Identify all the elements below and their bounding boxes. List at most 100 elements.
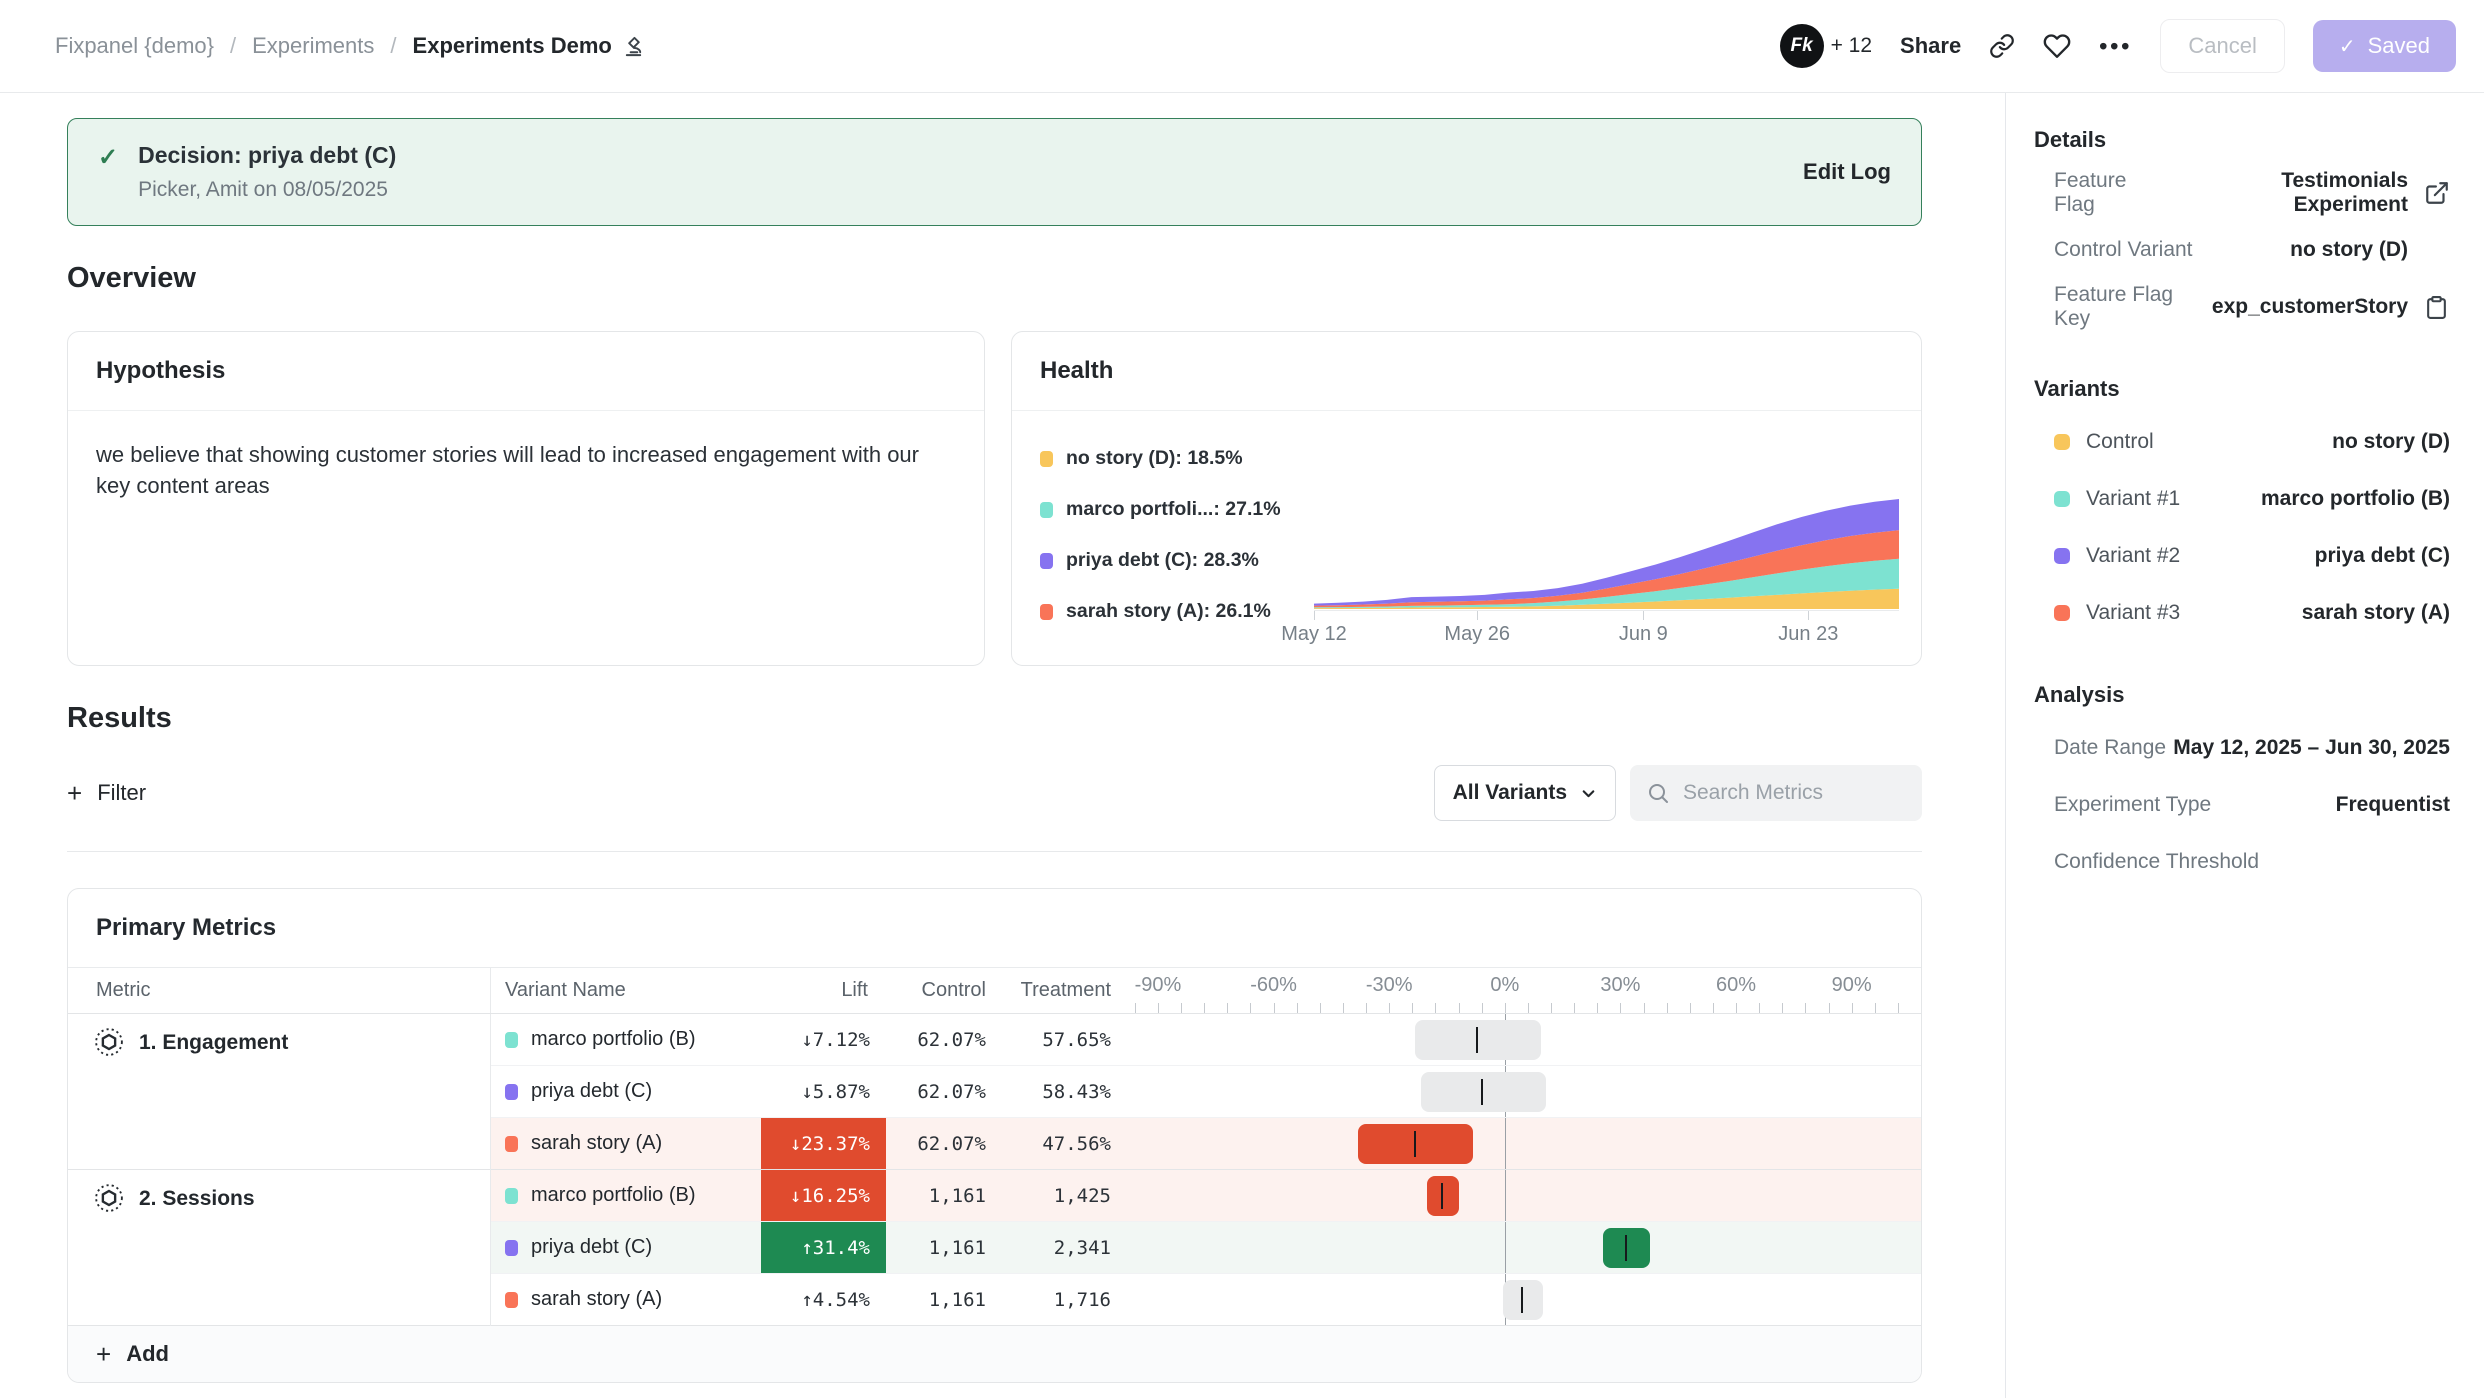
add-filter-button[interactable]: + Filter [67,780,146,806]
primary-metrics-title: Primary Metrics [68,889,1921,968]
search-metrics-input[interactable] [1683,781,1906,805]
confidence-interval-cell [1131,1118,1921,1169]
heart-icon [2043,32,2071,60]
variant-row: Variant #1marco portfolio (B) [2054,482,2450,516]
variant-swatch [505,1084,518,1100]
variant-swatch [505,1292,518,1308]
metric-group-cell[interactable]: 2. Sessions [68,1170,490,1326]
variant-swatch [2054,491,2070,507]
axis-tick [1829,1003,1830,1013]
metric-group-column: 1. Engagement2. Sessions [68,1014,491,1326]
axis-label: 0% [1490,974,1519,997]
axis-tick [1921,1003,1922,1013]
variant-label: priya debt (C) [531,1236,652,1259]
details-sidebar: Details Feature FlagTestimonials Experim… [2005,93,2484,1398]
variants-rows: Control no story (D) Variant #1marco portf… [2026,425,2458,630]
variant-slot-name: Variant #1 [2086,487,2180,511]
details-heading: Details [2034,127,2458,153]
analysis-row: Experiment TypeFrequentist [2054,788,2450,822]
detail-value: exp_customerStory [2212,295,2408,319]
legend-label: sarah story (A): 26.1% [1066,600,1271,623]
main-content: ✓ Decision: priya debt (C) Picker, Amit … [0,93,2005,1398]
lift-value: ↑31.4% [801,1237,870,1259]
zero-line [1505,1118,1506,1169]
lift-cell: ↓23.37% [761,1118,886,1169]
add-metric-button[interactable]: + Add [68,1326,1921,1382]
analysis-label: Experiment Type [2054,793,2211,817]
legend-item: no story (D): 18.5% [1040,447,1281,470]
table-row: marco portfolio (B)↓7.12%62.07%57.65% [491,1014,1921,1066]
control-value: 62.07% [886,1081,1006,1103]
favorite-button[interactable] [2043,32,2071,60]
results-heading: Results [67,702,1922,735]
detail-label: Feature Flag Key [2054,283,2212,331]
axis-tick-label: Jun 9 [1619,623,1668,646]
column-header-treatment: Treatment [1006,968,1131,1013]
axis-tick [1158,1003,1159,1013]
cancel-button[interactable]: Cancel [2160,19,2284,73]
legend-swatch [1040,553,1053,569]
details-rows: Feature FlagTestimonials ExperimentContr… [2026,176,2458,324]
health-legend: no story (D): 18.5% marco portfoli...: 27… [1040,447,1281,623]
legend-swatch [1040,451,1053,467]
variant-value: no story (D) [2332,430,2450,454]
analysis-label: Date Range [2054,736,2166,760]
variant-name-cell: priya debt (C) [491,1080,761,1103]
axis-tick [1227,1003,1228,1013]
detail-label: Feature Flag [2054,169,2169,217]
search-icon [1646,781,1670,805]
lift-value: ↓5.87% [801,1081,870,1103]
breadcrumb-separator: / [230,33,236,59]
axis-tick-label: Jun 23 [1778,623,1838,646]
health-card: Health no story (D): 18.5%marco portfoli… [1011,331,1922,666]
axis-tick [1482,1003,1483,1013]
metric-group-cell[interactable]: 1. Engagement [68,1014,490,1170]
variant-slot-label: Control [2054,430,2154,454]
external-link-icon[interactable] [2424,180,2450,206]
microscope-icon [622,35,645,58]
variant-swatch [505,1032,518,1048]
confidence-interval-cell [1131,1066,1921,1117]
plus-icon: + [96,1341,111,1367]
copy-link-button[interactable] [1989,33,2015,59]
hypothesis-card: Hypothesis we believe that showing custo… [67,331,985,666]
collaborator-avatars[interactable]: Fk + 12 [1780,24,1872,68]
point-estimate-marker [1441,1183,1443,1209]
axis-tick [1620,1003,1621,1013]
variant-swatch [2054,434,2070,450]
edit-log-button[interactable]: Edit Log [1803,159,1891,185]
clipboard-icon[interactable] [2424,295,2450,320]
hypothesis-body: we believe that showing customer stories… [68,411,948,529]
metrics-table-header: Metric Variant Name Lift Control Treatme… [68,968,1921,1014]
point-estimate-marker [1476,1027,1478,1053]
analysis-row: Date Range May 12, 2025 – Jun 30, 2025 [2054,731,2450,765]
breadcrumb-experiments[interactable]: Experiments [252,33,374,59]
saved-button[interactable]: ✓ Saved [2313,20,2456,72]
treatment-value: 1,716 [1006,1289,1131,1311]
analysis-value: May 12, 2025 – Jun 30, 2025 [2173,736,2450,760]
axis-label: 90% [1832,974,1872,997]
detail-row: Feature FlagTestimonials Experiment [2054,176,2450,210]
variant-slot-label: Variant #1 [2054,487,2180,511]
breadcrumb-project[interactable]: Fixpanel {demo} [55,33,214,59]
variant-name-cell: priya debt (C) [491,1236,761,1259]
variant-label: sarah story (A) [531,1132,662,1155]
variant-value: sarah story (A) [2302,601,2450,625]
hypothesis-title: Hypothesis [68,332,984,411]
analysis-label: Confidence Threshold [2054,850,2259,874]
variants-dropdown[interactable]: All Variants [1434,765,1616,821]
axis-tick [1551,1003,1552,1013]
axis-tick [1713,1003,1714,1013]
variant-label: sarah story (A) [531,1288,662,1311]
variant-row: Control no story (D) [2054,425,2450,459]
more-options-button[interactable]: ••• [2099,33,2132,60]
search-metrics-box [1630,765,1922,821]
axis-tick [1250,1003,1251,1013]
axis-tick [1389,1003,1390,1013]
axis-tick [1852,1003,1853,1013]
lift-cell: ↓16.25% [761,1170,886,1221]
legend-item: marco portfoli...: 27.1% [1040,498,1281,521]
lift-axis-header: -90%-60%-30%0%30%60%90% [1131,968,1921,1013]
share-button[interactable]: Share [1900,33,1961,59]
variant-swatch [505,1188,518,1204]
